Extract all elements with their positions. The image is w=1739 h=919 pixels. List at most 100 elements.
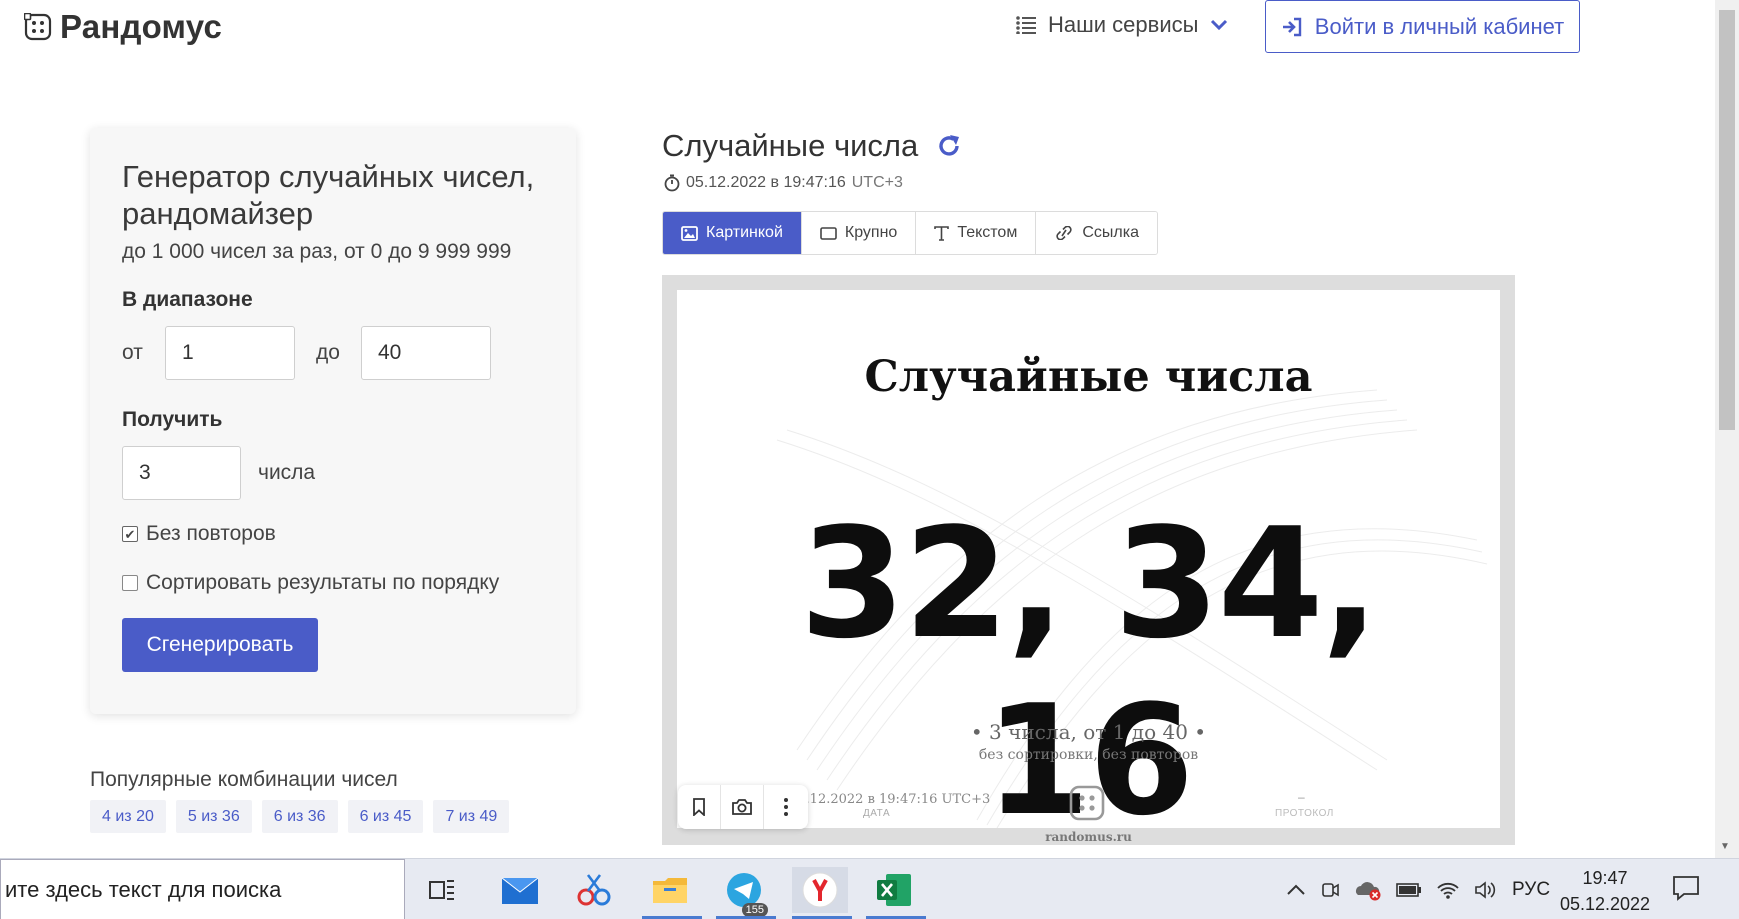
- mail-app-icon[interactable]: [492, 867, 548, 913]
- onedrive-error-icon[interactable]: [1354, 879, 1382, 901]
- card-title: Случайные числа: [864, 352, 1313, 402]
- image-icon: [681, 225, 698, 241]
- to-input[interactable]: [361, 326, 491, 380]
- popular-title: Популярные комбинации чисел: [90, 768, 398, 791]
- tab-image[interactable]: Картинкой: [663, 212, 802, 254]
- yandex-browser-icon[interactable]: [792, 867, 852, 919]
- telegram-badge: 155: [741, 903, 768, 917]
- link-icon: [1056, 226, 1072, 240]
- task-view-icon[interactable]: [414, 867, 470, 913]
- range-label: В диапазоне: [122, 288, 253, 311]
- range-row: от до: [122, 326, 491, 380]
- clock-time: 19:47: [1582, 868, 1628, 888]
- camera-mic-icon[interactable]: [1320, 880, 1340, 900]
- generator-subtitle: до 1 000 чисел за раз, от 0 до 9 999 999: [122, 240, 512, 263]
- card-date-label: ДАТА: [863, 808, 891, 819]
- notifications-icon[interactable]: [1672, 875, 1700, 901]
- card-numbers: 32, 34, 16: [799, 495, 1379, 828]
- card-details: без сортировки, без повторов: [978, 747, 1199, 763]
- to-label: до: [316, 341, 340, 364]
- no-repeat-option[interactable]: ✔ Без повторов: [122, 522, 276, 546]
- sort-checkbox[interactable]: [122, 575, 138, 591]
- brand-logo[interactable]: Рандомус: [24, 8, 222, 46]
- camera-icon: [732, 799, 752, 815]
- bookmark-icon: [693, 798, 705, 816]
- card-protocol-label: ПРОТОКОЛ: [1275, 808, 1334, 819]
- more-button[interactable]: [764, 785, 807, 829]
- popular-tags: 4 из 20 5 из 36 6 из 36 6 из 45 7 из 49: [90, 800, 510, 833]
- file-explorer-icon[interactable]: [642, 867, 702, 919]
- tab-text-label: Текстом: [957, 224, 1018, 241]
- count-unit: числа: [258, 461, 316, 484]
- no-repeat-checkbox[interactable]: ✔: [122, 526, 138, 542]
- image-toolbar: [678, 785, 808, 829]
- result-card: Случайные числа 32, 34, 16 • 3 числа, от…: [677, 290, 1500, 828]
- services-menu[interactable]: Наши сервисы: [1016, 12, 1228, 38]
- timezone: UTC+3: [851, 174, 903, 191]
- login-label: Войти в личный кабинет: [1314, 13, 1565, 39]
- no-repeat-label: Без повторов: [146, 522, 276, 545]
- sort-label: Сортировать результаты по порядку: [146, 571, 500, 594]
- card-summary: • 3 числа, от 1 до 40 •: [970, 720, 1207, 744]
- generate-button[interactable]: Сгенерировать: [122, 618, 318, 672]
- card-protocol-value: –: [1298, 790, 1305, 804]
- card-site: randomus.ru: [1045, 830, 1132, 844]
- tab-large-label: Крупно: [844, 224, 898, 241]
- generator-title: Генератор случайных чисел, рандомайзер: [122, 159, 535, 231]
- taskbar-search[interactable]: ите здесь текст для поиска: [0, 859, 405, 919]
- sort-option[interactable]: Сортировать результаты по порядку: [122, 571, 499, 595]
- result-title: Случайные числа: [662, 128, 919, 163]
- tab-text[interactable]: Текстом: [916, 212, 1037, 254]
- screenshot-button[interactable]: [721, 785, 764, 829]
- result-timestamp: 05.12.2022 в 19:47:16 UTC+3: [664, 174, 903, 192]
- view-tabs: Картинкой Крупно Текстом Ссылка: [662, 211, 1158, 255]
- chevron-down-icon: [1211, 19, 1228, 31]
- popular-tag[interactable]: 7 из 49: [433, 800, 510, 833]
- telegram-icon[interactable]: 155: [716, 867, 776, 919]
- wifi-icon[interactable]: [1436, 880, 1460, 900]
- result-header: Случайные числа: [662, 128, 962, 164]
- system-tray: РУС: [1286, 859, 1550, 919]
- from-input[interactable]: [165, 326, 295, 380]
- snipping-tool-icon[interactable]: [566, 867, 622, 913]
- brand-name: Рандомус: [60, 8, 222, 45]
- services-label: Наши сервисы: [1048, 12, 1199, 37]
- result-image-frame: Случайные числа 32, 34, 16 • 3 числа, от…: [662, 275, 1515, 845]
- popular-tag[interactable]: 6 из 45: [347, 800, 424, 833]
- text-icon: [934, 225, 950, 241]
- tab-large[interactable]: Крупно: [801, 212, 917, 254]
- tab-link-label: Ссылка: [1082, 224, 1139, 241]
- taskbar: ите здесь текст для поиска 155 РУС 19:47…: [0, 858, 1739, 919]
- language-indicator[interactable]: РУС: [1512, 879, 1550, 901]
- scroll-down-arrow-icon[interactable]: ▼: [1720, 841, 1730, 852]
- tab-link[interactable]: Ссылка: [1036, 212, 1157, 254]
- dice-logo-icon: [1069, 785, 1105, 821]
- list-icon: [1016, 16, 1036, 34]
- volume-icon[interactable]: [1474, 880, 1498, 900]
- get-label: Получить: [122, 408, 223, 431]
- refresh-icon[interactable]: [936, 133, 962, 159]
- login-button[interactable]: Войти в личный кабинет: [1265, 0, 1580, 53]
- generator-panel: Генератор случайных чисел, рандомайзер д…: [90, 128, 576, 714]
- clock[interactable]: 19:47 05.12.2022: [1555, 865, 1655, 917]
- more-vertical-icon: [783, 798, 788, 816]
- tab-image-label: Картинкой: [706, 224, 783, 241]
- popular-tag[interactable]: 4 из 20: [90, 800, 166, 833]
- scrollbar-thumb[interactable]: [1719, 10, 1735, 430]
- popular-tag[interactable]: 5 из 36: [175, 800, 252, 833]
- sign-in-icon: [1282, 17, 1301, 36]
- battery-icon[interactable]: [1396, 882, 1422, 898]
- excel-icon[interactable]: [866, 867, 926, 919]
- count-row: числа: [122, 446, 315, 500]
- rectangle-icon: [820, 226, 837, 240]
- dice-logo-icon: [24, 13, 52, 41]
- from-label: от: [122, 341, 143, 364]
- page: Рандомус Наши сервисы Войти в личный каб…: [0, 0, 1739, 919]
- stopwatch-icon: [664, 174, 680, 192]
- timestamp-value: 05.12.2022 в 19:47:16: [686, 174, 846, 191]
- chevron-up-icon[interactable]: [1286, 884, 1306, 896]
- popular-tag[interactable]: 6 из 36: [261, 800, 338, 833]
- count-input[interactable]: [122, 446, 241, 500]
- bookmark-button[interactable]: [678, 785, 721, 829]
- page-scrollbar[interactable]: ▼: [1715, 0, 1739, 858]
